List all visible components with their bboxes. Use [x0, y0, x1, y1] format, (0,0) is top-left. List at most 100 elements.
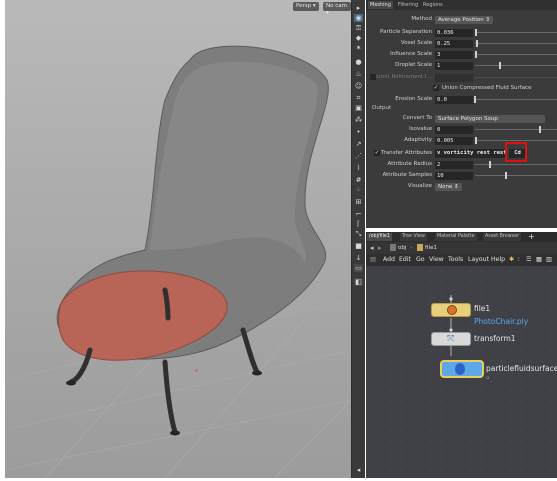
- voxel-scale-slider[interactable]: [475, 40, 557, 47]
- slider-knob[interactable]: [505, 172, 507, 179]
- persp-camera-menu[interactable]: Persp ▾: [293, 2, 319, 11]
- bulb-icon[interactable]: ♨: [354, 70, 363, 78]
- axis-icon[interactable]: ⤡: [354, 230, 363, 238]
- group-icon[interactable]: ⁂: [354, 116, 363, 124]
- isovalue-field[interactable]: 0: [435, 125, 473, 134]
- slider-knob[interactable]: [489, 161, 491, 168]
- attribute-radius-field[interactable]: 2: [435, 160, 473, 169]
- viewport-scene: 0 x: [5, 45, 351, 478]
- pin-icon[interactable]: ↓: [354, 254, 363, 262]
- adaptivity-slider[interactable]: [475, 137, 557, 144]
- param-label: Attribute Radius: [387, 161, 432, 167]
- transform-icon: ⤧: [447, 334, 455, 344]
- attribute-samples-slider[interactable]: [475, 172, 557, 179]
- node-file1-label: file1: [474, 304, 491, 313]
- light-icon[interactable]: ✶: [354, 44, 363, 52]
- influence-scale-slider[interactable]: [475, 51, 557, 58]
- isovalue-slider[interactable]: [475, 126, 557, 133]
- param-isovalue: Isovalue 0: [366, 125, 557, 134]
- tab-regions[interactable]: Regions: [421, 1, 445, 9]
- slider-knob[interactable]: [475, 137, 477, 144]
- bracket-icon[interactable]: ⌈: [354, 220, 363, 228]
- collapse-icon[interactable]: ◂: [354, 466, 363, 474]
- point-icon[interactable]: •: [354, 128, 363, 136]
- param-limit-refinement: Limit Refinement I…: [366, 73, 557, 82]
- wire-icon[interactable]: ⌗: [354, 94, 363, 102]
- param-label: Limit Refinement I…: [376, 74, 432, 80]
- union-compressed-label: Union Compressed Fluid Surface: [442, 85, 532, 91]
- slider-knob[interactable]: [475, 29, 477, 36]
- voxel-scale-field[interactable]: 0.25: [435, 39, 473, 48]
- visualize-menu[interactable]: None ⇕: [435, 182, 462, 191]
- node-particlefluidsurface1-label: particlefluidsurface1: [486, 364, 557, 373]
- display-icon[interactable]: ●: [354, 58, 363, 66]
- ghost-icon[interactable]: ☺: [354, 82, 363, 90]
- transfer-attributes-field[interactable]: v vorticity rest rest: [435, 148, 507, 158]
- slider-knob[interactable]: [539, 126, 541, 133]
- slider-knob[interactable]: [499, 62, 501, 69]
- attribute-radius-slider[interactable]: [475, 161, 557, 168]
- node-file1-filename: PhotoChair.ply: [474, 317, 529, 326]
- droplet-scale-field[interactable]: 1: [435, 61, 473, 70]
- screen-icon[interactable]: ▭: [354, 264, 363, 272]
- param-droplet-scale: Droplet Scale 1: [366, 61, 557, 70]
- tab-meshing[interactable]: Meshing: [368, 1, 393, 9]
- record-icon[interactable]: ■: [354, 242, 363, 250]
- droplet-scale-slider[interactable]: [475, 62, 557, 69]
- convert-to-menu[interactable]: Surface Polygon Soup: [435, 114, 545, 123]
- lock-icon[interactable]: ⚿: [354, 24, 363, 32]
- particle-icon[interactable]: ⁘: [354, 186, 363, 194]
- param-label: Adaptivity: [404, 137, 432, 143]
- node-particlefluidsurface1[interactable]: [440, 360, 484, 378]
- grid-icon[interactable]: ⊞: [354, 198, 363, 206]
- snap-icon[interactable]: ◆: [354, 34, 363, 42]
- node-transform1-label: transform1: [474, 334, 516, 343]
- select-tool-icon[interactable]: ▸: [354, 4, 363, 12]
- transfer-attributes-cd[interactable]: Cd: [509, 148, 526, 158]
- number-icon[interactable]: #: [354, 176, 363, 184]
- param-voxel-scale: Voxel Scale 0.25: [366, 39, 557, 48]
- no-cam-menu[interactable]: No cam ▾: [323, 2, 351, 16]
- param-particle-separation: Particle Separation 0.036: [366, 28, 557, 37]
- param-label: Method: [411, 16, 432, 22]
- adaptivity-field[interactable]: 0.005: [435, 136, 473, 145]
- slider-knob[interactable]: [475, 51, 477, 58]
- svg-text:x: x: [195, 368, 198, 374]
- param-label: Voxel Scale: [400, 40, 432, 46]
- erosion-scale-slider[interactable]: [474, 96, 557, 103]
- vertex-icon[interactable]: ⋰: [354, 152, 363, 160]
- bone-icon[interactable]: ⌐: [354, 210, 363, 218]
- slider-knob[interactable]: [474, 96, 476, 103]
- normal-icon[interactable]: ↗: [354, 140, 363, 148]
- union-compressed-checkbox[interactable]: ✓: [433, 85, 439, 91]
- uv-icon[interactable]: ⌇: [354, 164, 363, 172]
- 3d-viewport[interactable]: 0 x Persp ▾ No cam ▾: [5, 0, 351, 478]
- param-influence-scale: Influence Scale 3: [366, 50, 557, 59]
- shade-icon[interactable]: ▣: [354, 104, 363, 112]
- param-label: Isovalue: [409, 126, 432, 132]
- limit-refinement-field[interactable]: [435, 73, 473, 82]
- particle-separation-field[interactable]: 0.036: [435, 28, 473, 37]
- particle-separation-slider[interactable]: [475, 29, 557, 36]
- param-method: Method Average Position ⇕: [366, 15, 557, 24]
- slider-knob[interactable]: [476, 40, 478, 47]
- attribute-samples-field[interactable]: 10: [435, 171, 473, 180]
- transfer-attributes-checkbox[interactable]: ✓: [374, 150, 380, 156]
- node-transform1[interactable]: ⤧: [431, 332, 471, 346]
- fluid-surface-icon: [455, 363, 465, 375]
- node-file1[interactable]: [431, 303, 471, 317]
- tab-filtering[interactable]: Filtering: [396, 1, 420, 9]
- network-editor: /obj/file1 Tree View Material Palette As…: [366, 232, 557, 478]
- param-label: Particle Separation: [380, 29, 432, 35]
- param-label: Visualize: [407, 183, 432, 189]
- erosion-scale-field[interactable]: 0.0: [435, 95, 473, 104]
- view-tool-icon[interactable]: ◉: [354, 14, 363, 22]
- influence-scale-field[interactable]: 3: [435, 50, 473, 59]
- method-menu[interactable]: Average Position ⇕: [435, 15, 494, 24]
- output-section-heading[interactable]: Output: [372, 105, 391, 111]
- limit-refinement-slider[interactable]: [475, 77, 557, 78]
- viewport-toolbar: ▸ ◉ ⚿ ◆ ✶ ● ♨ ☺ ⌗ ▣ ⁂ • ↗ ⋰ ⌇ # ⁘ ⊞ ⌐ ⌈ …: [351, 0, 365, 478]
- camera-icon[interactable]: ◧: [354, 278, 363, 286]
- param-label: Transfer Attributes: [380, 150, 432, 156]
- param-attribute-radius: Attribute Radius 2: [366, 160, 557, 169]
